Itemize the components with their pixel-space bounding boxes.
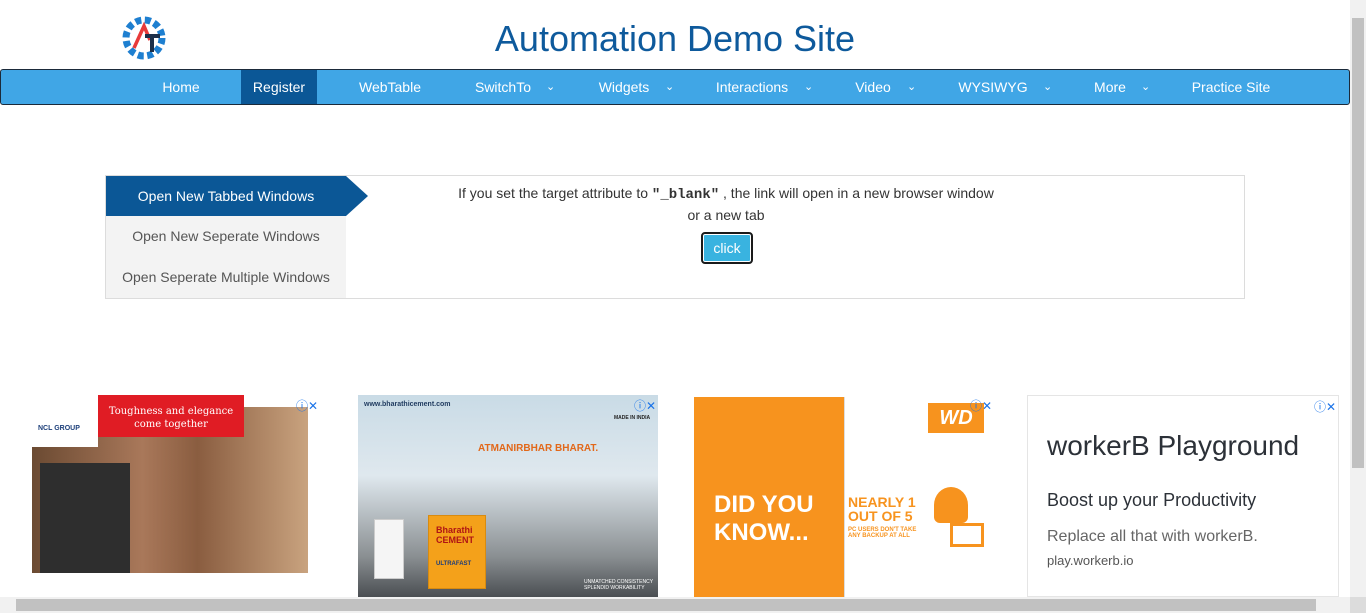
tab-open-seperate-multiple-windows[interactable]: Open Seperate Multiple Windows bbox=[106, 257, 346, 297]
windows-panel: Open New Tabbed Windows Open New Seperat… bbox=[105, 175, 1245, 299]
chevron-down-icon[interactable]: ⌄ bbox=[1141, 70, 1150, 104]
horizontal-scrollbar[interactable] bbox=[0, 597, 1350, 613]
click-button[interactable]: click bbox=[701, 232, 753, 264]
main-navbar: Home Register WebTable SwitchTo ⌄ Widget… bbox=[0, 69, 1350, 105]
ad4-description: Replace all that with workerB. bbox=[1047, 528, 1258, 545]
ad-banner-ncl[interactable]: NCL GROUP Toughness and elegance come to… bbox=[32, 395, 320, 597]
ad-info-close-icon[interactable]: ⓘ✕ bbox=[970, 397, 992, 414]
vertical-scrollbar[interactable] bbox=[1350, 0, 1366, 597]
scrollbar-corner bbox=[1350, 597, 1366, 613]
ad4-subtitle: Boost up your Productivity bbox=[1047, 490, 1257, 510]
desc-suffix: , the link will open in a new browser wi… bbox=[687, 185, 994, 223]
ad-banner-bharathi[interactable]: www.bharathicement.com MADE IN INDIA ATM… bbox=[358, 395, 658, 597]
ad-info-close-icon[interactable]: ⓘ✕ bbox=[1314, 398, 1336, 415]
ad3-stat: NEARLY 1 OUT OF 5 bbox=[848, 494, 916, 524]
tab-open-new-seperate-windows[interactable]: Open New Seperate Windows bbox=[106, 216, 346, 256]
desc-code: "_blank" bbox=[651, 187, 720, 203]
nav-more[interactable]: More bbox=[1085, 70, 1135, 104]
desc-prefix: If you set the target attribute to bbox=[458, 185, 652, 201]
ad3-headline: DID YOU KNOW... bbox=[714, 491, 814, 546]
tab-description: If you set the target attribute to "_bla… bbox=[456, 183, 996, 225]
nav-practice-site[interactable]: Practice Site bbox=[1181, 70, 1281, 104]
chevron-down-icon[interactable]: ⌄ bbox=[907, 70, 916, 104]
nav-wysiwyg[interactable]: WYSIWYG bbox=[951, 70, 1035, 104]
ad-info-close-icon[interactable]: ⓘ✕ bbox=[634, 397, 656, 414]
horizontal-scroll-thumb[interactable] bbox=[16, 599, 1316, 611]
nav-video[interactable]: Video bbox=[847, 70, 899, 104]
ad-banner-workerb[interactable]: workerB Playground Boost up your Product… bbox=[1027, 395, 1339, 597]
nav-home[interactable]: Home bbox=[149, 70, 213, 104]
ad2-sub: ULTRAFAST bbox=[436, 561, 472, 567]
chevron-down-icon[interactable]: ⌄ bbox=[546, 70, 555, 104]
chevron-down-icon[interactable]: ⌄ bbox=[665, 70, 674, 104]
ad3-stat-sub: PC USERS DON'T TAKE ANY BACKUP AT ALL bbox=[848, 527, 917, 539]
tab-open-new-tabbed-windows[interactable]: Open New Tabbed Windows bbox=[106, 176, 346, 216]
nav-webtable[interactable]: WebTable bbox=[347, 70, 433, 104]
page-title: Automation Demo Site bbox=[494, 18, 856, 59]
chevron-down-icon[interactable]: ⌄ bbox=[804, 70, 813, 104]
ad2-made: MADE IN INDIA bbox=[614, 415, 651, 421]
ad1-headline: Toughness and elegance come together bbox=[98, 395, 244, 437]
nav-register[interactable]: Register bbox=[241, 70, 317, 104]
ad2-headline: ATMANIRBHAR BHARAT. bbox=[478, 443, 599, 454]
active-tab-arrow bbox=[346, 176, 368, 216]
nav-interactions[interactable]: Interactions bbox=[707, 70, 797, 104]
side-tabs: Open New Tabbed Windows Open New Seperat… bbox=[106, 176, 346, 298]
nav-widgets[interactable]: Widgets bbox=[589, 70, 659, 104]
chevron-down-icon[interactable]: ⌄ bbox=[1043, 70, 1052, 104]
ad-info-close-icon[interactable]: ⓘ✕ bbox=[296, 397, 318, 414]
ad4-url[interactable]: play.workerb.io bbox=[1047, 553, 1133, 568]
ad2-product: Bharathi CEMENT bbox=[436, 525, 474, 545]
nav-switchto[interactable]: SwitchTo bbox=[467, 70, 539, 104]
ad1-brand: NCL GROUP bbox=[38, 425, 80, 432]
ad4-title: workerB Playground bbox=[1047, 430, 1300, 461]
vertical-scroll-thumb[interactable] bbox=[1352, 18, 1364, 468]
ad-banner-wd[interactable]: WD DID YOU KNOW... NEARLY 1 OUT OF 5 PC … bbox=[694, 395, 994, 597]
ad2-tagline: UNMATCHED CONSISTENCY SPLENDID WORKABILI… bbox=[584, 579, 653, 591]
ad2-url: www.bharathicement.com bbox=[364, 401, 451, 408]
